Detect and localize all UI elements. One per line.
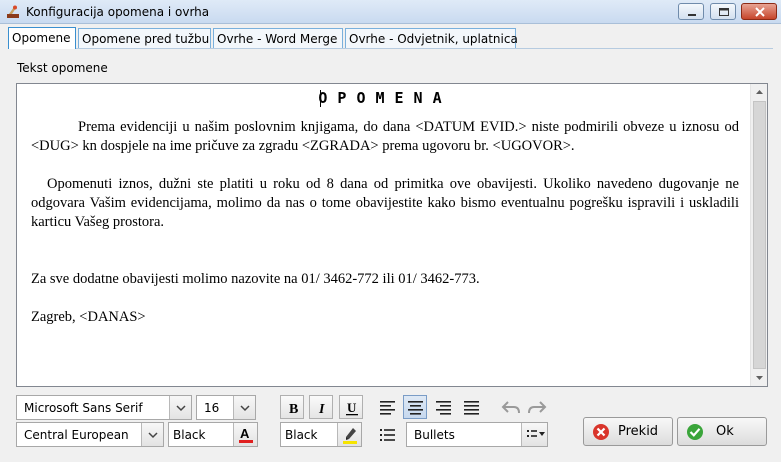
svg-text:A: A: [240, 426, 250, 441]
underline-icon: U: [346, 400, 358, 416]
italic-button[interactable]: I: [309, 395, 333, 419]
svg-text:I: I: [318, 402, 325, 417]
tab-strip-line: [8, 48, 773, 49]
italic-icon: I: [318, 402, 325, 417]
highlight-color-select[interactable]: Black: [280, 422, 362, 447]
close-icon: [755, 7, 765, 17]
tab-opomene[interactable]: Opomene: [8, 27, 76, 49]
ok-button[interactable]: Ok: [677, 417, 767, 446]
ok-label: Ok: [716, 424, 734, 439]
chevron-down-icon: [240, 405, 250, 412]
font-size-value: 16: [204, 401, 220, 415]
highlight-color-button[interactable]: [337, 423, 361, 446]
font-family-select[interactable]: Microsoft Sans Serif: [16, 395, 192, 420]
align-center-icon: [408, 401, 423, 415]
svg-text:U: U: [347, 400, 357, 415]
text-color-button[interactable]: A: [233, 423, 257, 446]
app-icon: [7, 5, 19, 18]
maximize-button[interactable]: [710, 3, 736, 20]
bold-icon: B: [289, 402, 298, 417]
font-family-dropdown[interactable]: [169, 396, 191, 419]
list-options-icon: [527, 430, 545, 437]
undo-icon: [501, 401, 520, 414]
align-right-icon: [436, 401, 451, 415]
svg-text:B: B: [289, 402, 298, 417]
bullet-list-button[interactable]: [376, 423, 400, 447]
align-left-button[interactable]: [376, 396, 400, 420]
rich-text-editor[interactable]: OPOMENA Prema evidenciji u našim poslovn…: [16, 83, 768, 387]
paragraph-1: Prema evidenciji u našim poslovnim knjig…: [31, 119, 739, 154]
chevron-down-icon: [148, 432, 158, 439]
scroll-thumb[interactable]: [753, 101, 766, 369]
underline-button[interactable]: U: [339, 395, 363, 419]
undo-button[interactable]: [499, 396, 523, 420]
paragraph-3: Za sve dodatne obavijesti molimo nazovit…: [31, 271, 480, 287]
editor-content[interactable]: OPOMENA Prema evidenciji u našim poslovn…: [17, 84, 751, 386]
align-right-button[interactable]: [432, 396, 456, 420]
tab-ovrhe-odvjetnik[interactable]: Ovrhe - Odvjetnik, uplatnica: [345, 28, 518, 48]
checkmark-icon: [687, 424, 703, 440]
close-button[interactable]: [741, 3, 777, 20]
charset-value: Central European: [24, 428, 129, 442]
align-justify-icon: [464, 401, 479, 415]
list-style-dropdown[interactable]: [521, 423, 547, 446]
chevron-down-icon: [176, 405, 186, 412]
highlighter-icon: [343, 428, 357, 444]
paragraph-4: Zagreb, <DANAS>: [31, 309, 146, 325]
cancel-label: Prekid: [618, 424, 659, 439]
bold-button[interactable]: B: [280, 395, 304, 419]
font-size-dropdown[interactable]: [233, 396, 255, 419]
redo-icon: [528, 401, 547, 414]
align-center-button[interactable]: [403, 395, 427, 419]
list-style-select[interactable]: Bullets: [406, 422, 548, 447]
window-title: Konfiguracija opomena i ovrha: [26, 5, 210, 19]
align-justify-button[interactable]: [460, 396, 484, 420]
charset-select[interactable]: Central European: [16, 422, 164, 447]
paragraph-2: Opomenuti iznos, dužni ste platiti u rok…: [31, 176, 739, 230]
cancel-icon: [593, 424, 609, 440]
bullet-list-icon: [380, 429, 395, 441]
text-color-value: Black: [173, 428, 206, 442]
scroll-up-icon[interactable]: [751, 84, 768, 101]
tab-opomene-pred-tuzbu[interactable]: Opomene pred tužbu: [78, 28, 211, 48]
minimize-button[interactable]: [678, 3, 704, 20]
cancel-button[interactable]: Prekid: [583, 417, 673, 446]
font-family-value: Microsoft Sans Serif: [24, 401, 143, 415]
document-heading: OPOMENA: [31, 89, 739, 108]
list-style-value: Bullets: [414, 428, 455, 442]
title-bar: Konfiguracija opomena i ovrha: [0, 0, 781, 24]
editor-label: Tekst opomene: [17, 61, 108, 75]
text-caret: [320, 90, 321, 107]
vertical-scrollbar[interactable]: [750, 84, 767, 386]
text-color-select[interactable]: Black A: [168, 422, 258, 447]
scroll-down-icon[interactable]: [751, 369, 768, 386]
highlight-color-value: Black: [285, 428, 318, 442]
font-size-select[interactable]: 16: [196, 395, 256, 420]
maximize-icon: [719, 8, 729, 16]
minimize-icon: [688, 14, 696, 16]
tab-ovrhe-word-merge[interactable]: Ovrhe - Word Merge: [213, 28, 343, 48]
font-color-icon: A: [239, 426, 253, 443]
heading-text: OPOMENA: [318, 89, 452, 107]
charset-dropdown[interactable]: [141, 423, 163, 446]
align-left-icon: [380, 401, 395, 415]
redo-button[interactable]: [525, 396, 549, 420]
